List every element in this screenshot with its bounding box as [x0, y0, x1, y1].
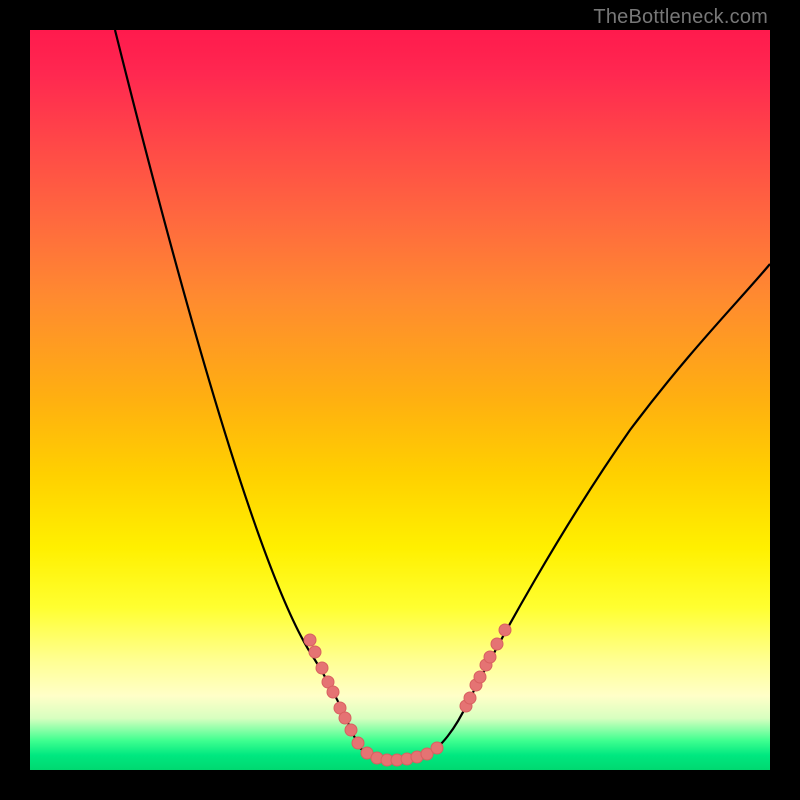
data-point: [464, 692, 476, 704]
data-point: [345, 724, 357, 736]
chart-svg: [30, 30, 770, 770]
data-point: [304, 634, 316, 646]
data-point: [474, 671, 486, 683]
watermark-text: TheBottleneck.com: [593, 6, 768, 29]
data-point: [499, 624, 511, 636]
data-point: [339, 712, 351, 724]
data-point: [316, 662, 328, 674]
data-point: [491, 638, 503, 650]
bottleneck-curve: [115, 30, 770, 760]
data-point: [352, 737, 364, 749]
data-point: [327, 686, 339, 698]
chart-plot-area: [30, 30, 770, 770]
data-point: [431, 742, 443, 754]
data-point: [484, 651, 496, 663]
data-points-group: [304, 624, 511, 766]
data-point: [309, 646, 321, 658]
